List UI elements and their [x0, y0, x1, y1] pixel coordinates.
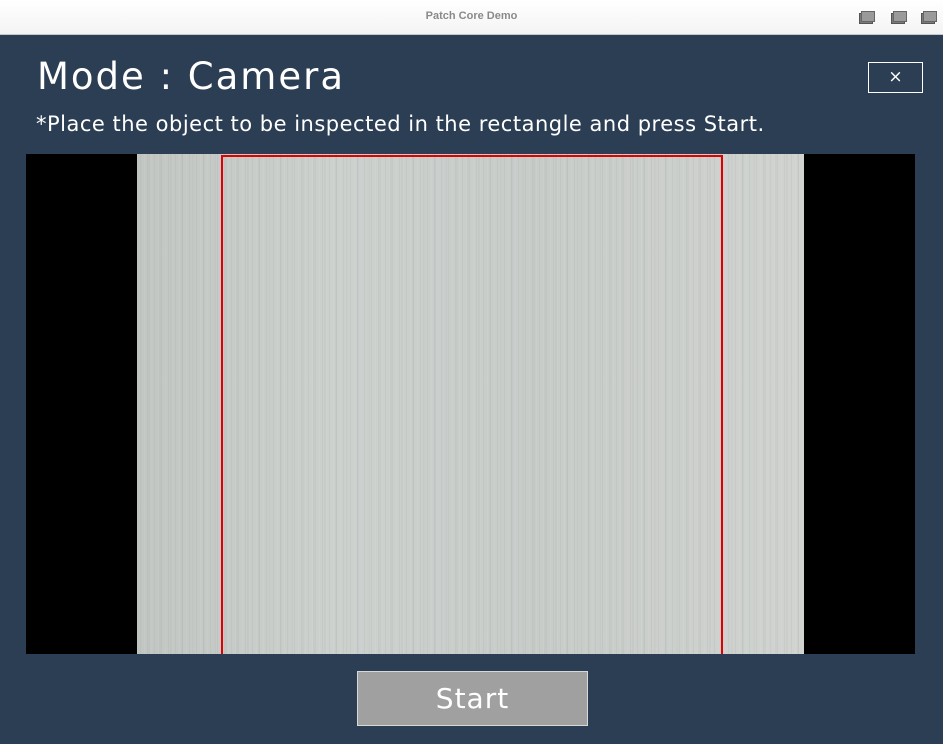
instruction-text: *Place the object to be inspected in the…	[36, 112, 765, 136]
close-window-icon[interactable]	[921, 11, 937, 24]
close-button[interactable]: ×	[868, 62, 923, 93]
page-title: Mode : Camera	[37, 55, 345, 98]
window-titlebar: Patch Core Demo	[0, 0, 943, 35]
minimize-icon[interactable]	[859, 11, 875, 24]
camera-viewport	[26, 154, 915, 654]
inspection-rectangle	[221, 155, 723, 654]
camera-feed	[137, 154, 804, 654]
window-title: Patch Core Demo	[425, 10, 518, 22]
start-button[interactable]: Start	[357, 671, 588, 726]
maximize-icon[interactable]	[891, 11, 907, 24]
